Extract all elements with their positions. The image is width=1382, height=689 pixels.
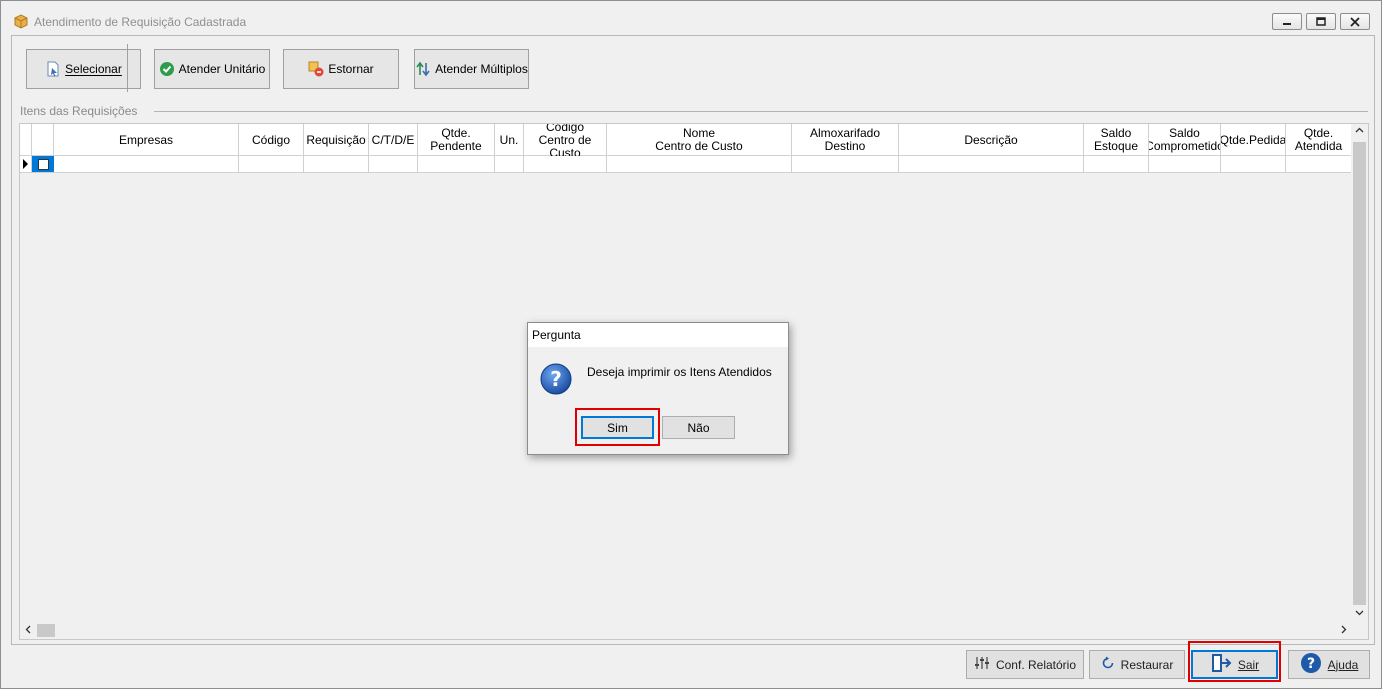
minimize-button[interactable] <box>1272 13 1302 30</box>
svg-text:?: ? <box>550 367 562 391</box>
col-header-requisicao[interactable]: Requisição <box>304 124 369 156</box>
restore-button[interactable] <box>1306 13 1336 30</box>
check-circle-icon <box>159 61 175 77</box>
col-header-ctde[interactable]: C/T/D/E <box>369 124 418 156</box>
reverse-icon <box>308 61 324 77</box>
col-header-qtde-pedida[interactable]: Qtde.Pedida <box>1221 124 1286 156</box>
cell-un[interactable] <box>495 156 524 172</box>
refresh-icon <box>1101 656 1115 673</box>
cell-descricao[interactable] <box>899 156 1084 172</box>
col-header-un[interactable]: Un. <box>495 124 524 156</box>
col-header-almoxarifado-destino[interactable]: Almoxarifado Destino <box>792 124 899 156</box>
sliders-icon <box>974 656 990 673</box>
svg-text:?: ? <box>1307 656 1315 672</box>
atender-unitario-label: Atender Unitário <box>178 62 266 76</box>
row-indicator <box>20 156 32 172</box>
row-checkbox[interactable] <box>38 159 49 170</box>
question-icon: ? <box>540 363 572 395</box>
select-doc-icon <box>45 61 61 77</box>
atender-multiplos-button[interactable]: Atender Múltiplos <box>414 49 529 89</box>
cell-qtde-pendente[interactable] <box>418 156 495 172</box>
cell-empresas[interactable] <box>54 156 239 172</box>
restaurar-label: Restaurar <box>1120 657 1174 672</box>
ajuda-button[interactable]: ? Ajuda <box>1288 650 1370 679</box>
cell-almoxarifado-destino[interactable] <box>792 156 899 172</box>
col-header-qtde-atendida[interactable]: Qtde. Atendida <box>1286 124 1351 156</box>
col-header-nome-centro-custo[interactable]: Nome Centro de Custo <box>607 124 792 156</box>
toolbar-separator <box>127 44 128 92</box>
conf-relatorio-button[interactable]: Conf. Relatório <box>966 650 1084 679</box>
window-title: Atendimento de Requisição Cadastrada <box>34 15 247 29</box>
cell-saldo-estoque[interactable] <box>1084 156 1149 172</box>
estornar-button[interactable]: Estornar <box>283 49 399 89</box>
cell-ctde[interactable] <box>369 156 418 172</box>
dialog-title: Pergunta <box>528 323 788 347</box>
scroll-left-icon[interactable] <box>24 625 33 637</box>
sim-highlight-box <box>575 408 660 446</box>
bottom-action-bar: Conf. Relatório Restaurar Sair ? Ajuda <box>11 647 1375 685</box>
table-row[interactable] <box>20 156 1351 173</box>
col-header-codigo-centro-custo[interactable]: Código Centro de Custo <box>524 124 607 156</box>
horizontal-scroll-thumb[interactable] <box>37 624 55 637</box>
estornar-label: Estornar <box>328 62 374 76</box>
row-checkbox-cell[interactable] <box>32 156 54 172</box>
restaurar-button[interactable]: Restaurar <box>1089 650 1185 679</box>
title-bar[interactable]: Atendimento de Requisição Cadastrada <box>1 1 1381 35</box>
cell-saldo-comprometido[interactable] <box>1149 156 1221 172</box>
app-icon <box>13 13 29 29</box>
atender-unitario-button[interactable]: Atender Unitário <box>154 49 270 89</box>
ajuda-label: Ajuda <box>1327 657 1359 672</box>
vertical-scrollbar[interactable] <box>1351 124 1368 622</box>
help-icon: ? <box>1300 652 1322 677</box>
group-label: Itens das Requisições <box>20 104 144 118</box>
close-button[interactable] <box>1340 13 1370 30</box>
col-header-indicator <box>20 124 32 156</box>
group-divider <box>154 111 1368 112</box>
col-header-saldo-estoque[interactable]: Saldo Estoque <box>1084 124 1149 156</box>
horizontal-scrollbar[interactable] <box>20 622 1353 639</box>
cell-requisicao[interactable] <box>304 156 369 172</box>
sair-highlight-box <box>1188 641 1281 682</box>
cell-codigo[interactable] <box>239 156 304 172</box>
selecionar-label: Selecionar <box>65 62 122 76</box>
cell-nome-centro-custo[interactable] <box>607 156 792 172</box>
vertical-scroll-thumb[interactable] <box>1353 142 1366 605</box>
main-window: Atendimento de Requisição Cadastrada Sel… <box>0 0 1382 689</box>
cell-qtde-pedida[interactable] <box>1221 156 1286 172</box>
sort-arrows-icon <box>415 61 431 77</box>
row-pointer-icon <box>23 159 28 169</box>
dialog-message: Deseja imprimir os Itens Atendidos <box>587 365 772 379</box>
cell-qtde-atendida[interactable] <box>1286 156 1351 172</box>
col-header-qtde-pendente[interactable]: Qtde. Pendente <box>418 124 495 156</box>
col-header-codigo[interactable]: Código <box>239 124 304 156</box>
col-header-check[interactable] <box>32 124 54 156</box>
cell-codigo-centro-custo[interactable] <box>524 156 607 172</box>
question-dialog: Pergunta ? Deseja imprimir os Itens Aten… <box>527 322 789 455</box>
col-header-saldo-comprometido[interactable]: Saldo Comprometido <box>1149 124 1221 156</box>
grid-header: Empresas Código Requisição C/T/D/E Qtde.… <box>20 124 1351 156</box>
atender-multiplos-label: Atender Múltiplos <box>435 62 528 76</box>
selecionar-button[interactable]: Selecionar <box>26 49 141 89</box>
scroll-right-icon[interactable] <box>1339 625 1348 637</box>
scroll-down-icon[interactable] <box>1355 608 1364 620</box>
col-header-descricao[interactable]: Descrição <box>899 124 1084 156</box>
scroll-up-icon[interactable] <box>1355 126 1364 138</box>
nao-button[interactable]: Não <box>662 416 735 439</box>
conf-relatorio-label: Conf. Relatório <box>995 657 1077 672</box>
col-header-empresas[interactable]: Empresas <box>54 124 239 156</box>
